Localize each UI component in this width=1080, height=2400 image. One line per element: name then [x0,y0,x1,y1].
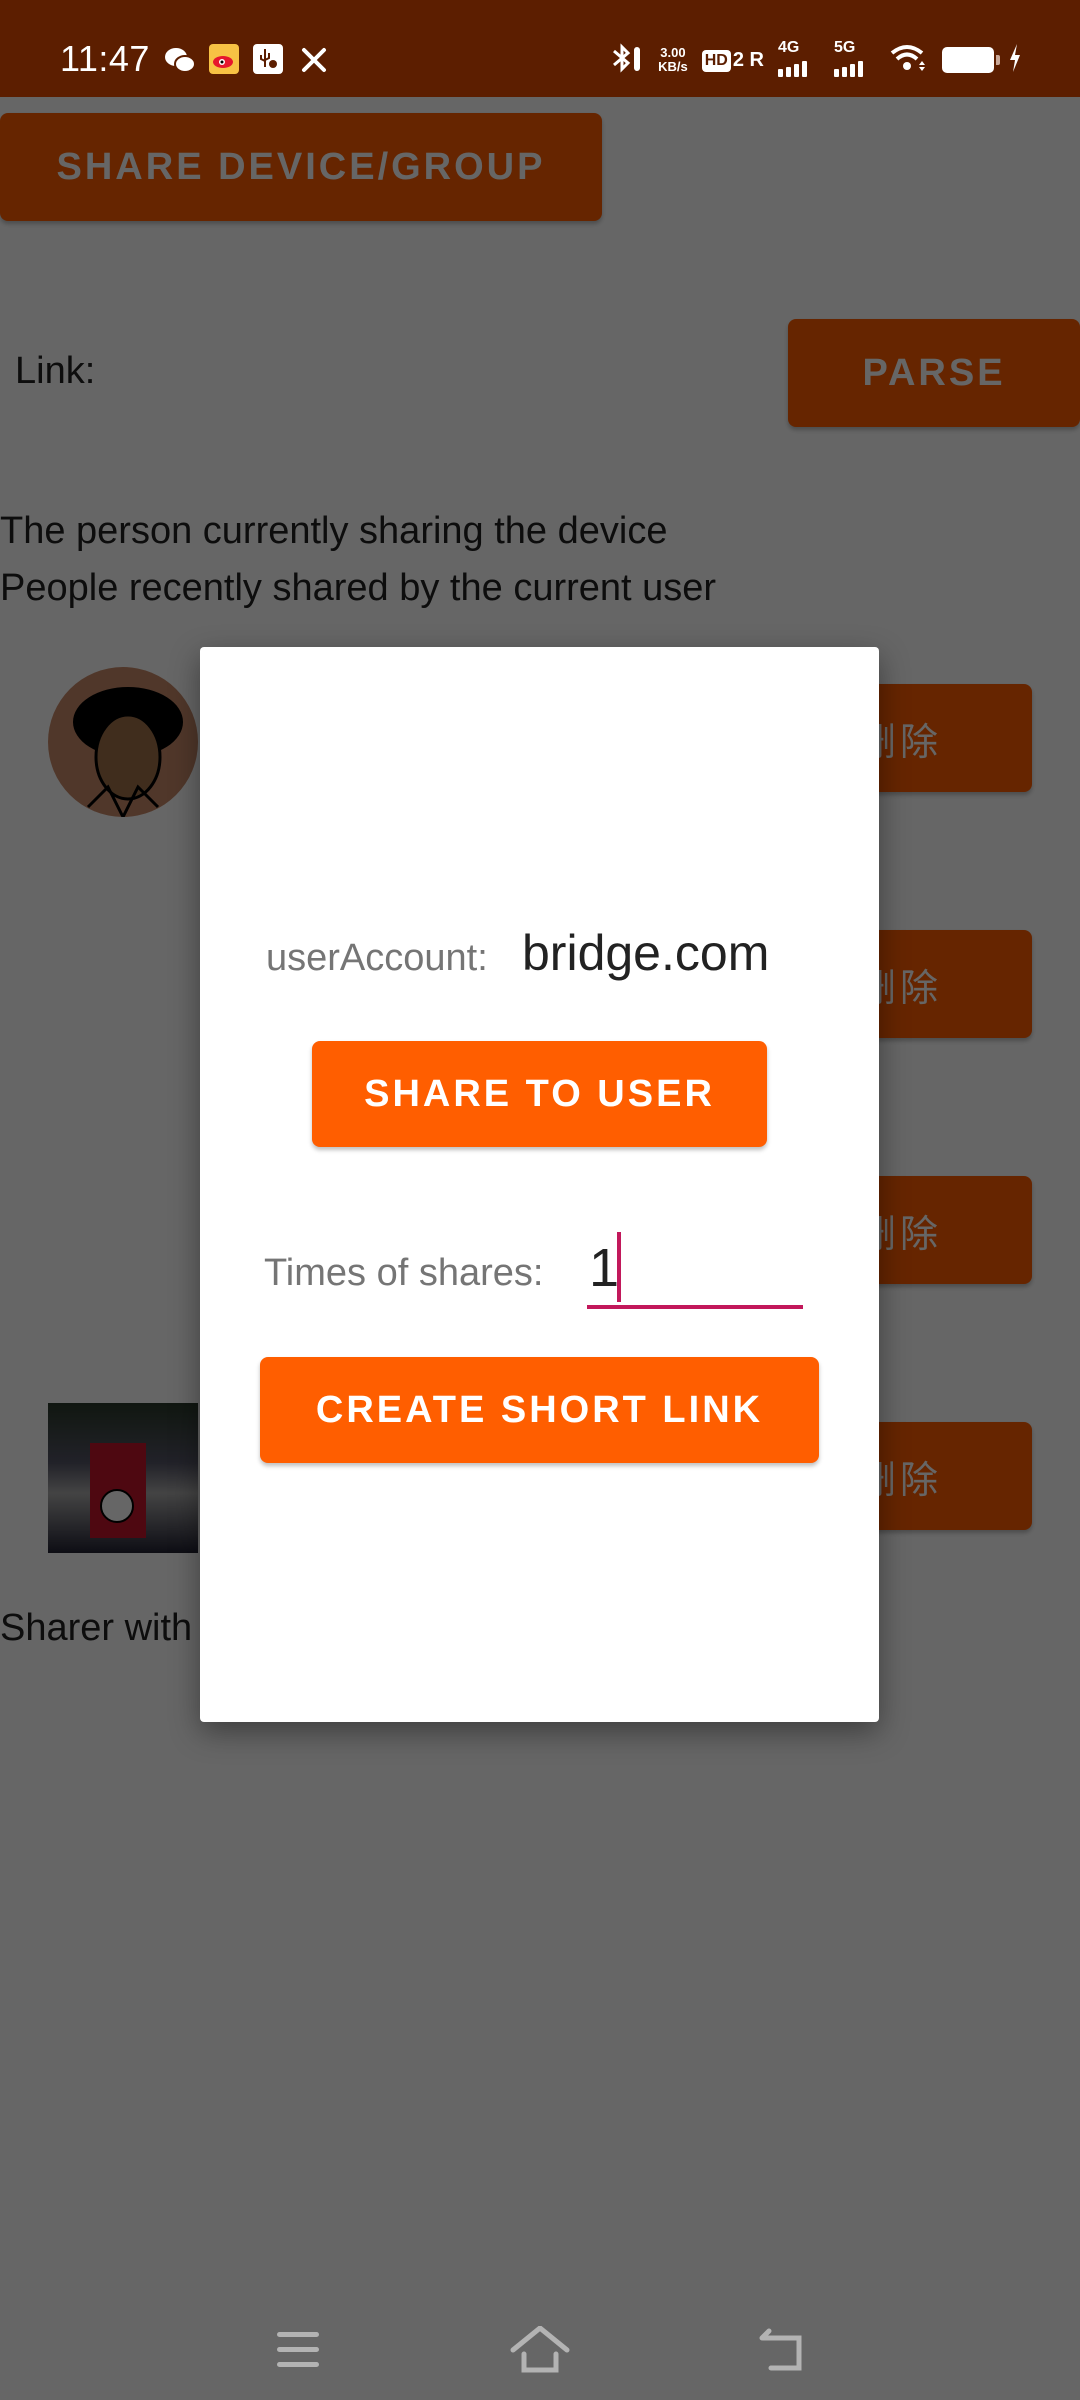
status-bar: 11:47 3.00 KB/s HD 2 R 4G 5G [0,0,1080,97]
share-dialog: userAccount: SHARE TO USER Times of shar… [200,647,879,1722]
times-of-shares-value: 1 [589,1238,620,1298]
times-of-shares-label: Times of shares: [264,1252,544,1294]
network-speed: 3.00 KB/s [658,45,688,74]
user-account-input[interactable] [522,925,808,981]
status-time: 11:47 [60,38,150,79]
navigation-bar [0,2290,1080,2400]
wifi-icon [890,43,928,78]
hd-voice-icon: HD 2 R [701,49,764,72]
wechat-icon [163,44,197,76]
usb-debug-icon [253,44,283,74]
share-to-user-button[interactable]: SHARE TO USER [312,1041,767,1147]
back-icon[interactable] [752,2320,812,2380]
battery-icon [942,47,1000,73]
menu-icon[interactable] [268,2320,328,2380]
bluetooth-icon [610,41,644,80]
weibo-icon [209,44,239,74]
charging-icon [1008,43,1022,77]
create-short-link-button[interactable]: CREATE SHORT LINK [260,1357,819,1463]
signal-5g-icon: 5G [834,39,876,77]
tools-icon [297,44,331,76]
text-cursor [617,1232,621,1302]
user-account-label: userAccount: [266,937,488,979]
system-status-icons: 3.00 KB/s HD 2 R 4G 5G [610,39,1022,80]
times-of-shares-input[interactable]: 1 [587,1227,803,1309]
signal-4g-icon: 4G [778,39,820,77]
home-icon[interactable] [510,2320,570,2380]
